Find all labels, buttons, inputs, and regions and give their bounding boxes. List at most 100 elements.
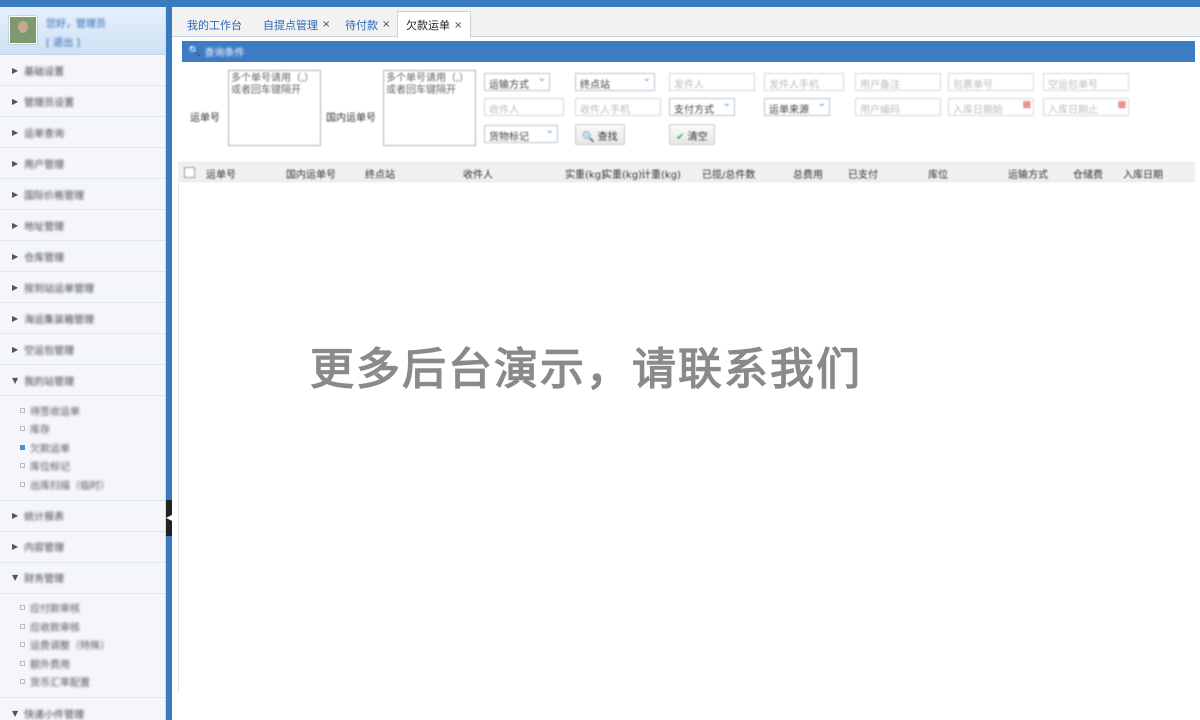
sidebar-group[interactable]: ▶ 用户管理 bbox=[0, 148, 165, 179]
col-pieces[interactable]: 已揽/总件数 bbox=[702, 166, 755, 181]
start-date-input[interactable]: 入库日期始 ▦ bbox=[948, 98, 1034, 116]
user-code-input[interactable]: 用户编码 bbox=[855, 98, 941, 116]
close-icon[interactable]: × bbox=[382, 19, 390, 30]
close-icon[interactable]: × bbox=[322, 19, 330, 30]
watermark-text: 更多后台演示，请联系我们 bbox=[310, 344, 862, 395]
caret-right-icon: ▶ bbox=[12, 96, 19, 106]
sidebar-group[interactable]: ▶ 地址管理 bbox=[0, 210, 165, 241]
sidebar-group[interactable]: ▶ 空运包管理 bbox=[0, 334, 165, 365]
col-paid[interactable]: 已支付 bbox=[848, 166, 878, 181]
sidebar-subitem[interactable]: 库位标记 bbox=[20, 457, 165, 476]
col-charge-weight[interactable]: 计重(kg) bbox=[641, 166, 681, 181]
clear-button[interactable]: ✔ 清空 bbox=[669, 124, 715, 145]
sidebar-subitem[interactable]: 欠款运单 bbox=[20, 438, 165, 457]
search-icon: 🔍 bbox=[582, 132, 595, 143]
sidebar-group[interactable]: ▶ 运单查询 bbox=[0, 117, 165, 148]
sidebar-group[interactable]: ▼ 我的站管理 bbox=[0, 365, 165, 396]
caret-right-icon: ▶ bbox=[12, 189, 19, 199]
sidebar-group[interactable]: ▶ 内容管理 bbox=[0, 532, 165, 563]
air-package-no-input[interactable]: 空运包单号 bbox=[1043, 73, 1129, 91]
bullet-icon bbox=[20, 660, 25, 666]
bullet-icon bbox=[20, 463, 25, 469]
bullet-icon bbox=[20, 426, 25, 432]
col-tracking[interactable]: 运单号 bbox=[206, 166, 236, 181]
station-select[interactable]: 终点站 bbox=[575, 73, 655, 91]
bullet-icon bbox=[20, 481, 25, 487]
sidebar-group[interactable]: ▶ 仓库管理 bbox=[0, 241, 165, 272]
col-actual-weight[interactable]: 实重(kg) bbox=[565, 166, 605, 181]
select-all-checkbox[interactable] bbox=[184, 167, 195, 178]
col-receiver[interactable]: 收件人 bbox=[463, 166, 493, 181]
sidebar-group[interactable]: ▶ 管理员设置 bbox=[0, 86, 165, 117]
sidebar-subitem-label: 待签收运单 bbox=[30, 406, 80, 418]
sidebar-group-label: 统计报表 bbox=[24, 512, 65, 523]
sidebar-subitem[interactable]: 应付款审核 bbox=[20, 599, 165, 618]
sidebar-subitem[interactable]: 应收款审核 bbox=[20, 617, 165, 636]
search-button[interactable]: 🔍 查找 bbox=[575, 124, 625, 145]
sidebar-subitem-label: 欠款运单 bbox=[30, 443, 70, 455]
caret-right-icon: ▶ bbox=[12, 220, 19, 230]
sidebar-subitem[interactable]: 待签收运单 bbox=[20, 401, 165, 420]
source-select[interactable]: 运单来源 bbox=[764, 98, 830, 116]
col-storage-fee[interactable]: 仓储费 bbox=[1073, 166, 1103, 181]
grid-body bbox=[178, 183, 1195, 693]
goods-mark-select[interactable]: 货物标记 bbox=[484, 125, 558, 143]
end-date-input[interactable]: 入库日期止 ▦ bbox=[1043, 98, 1129, 116]
bullet-icon bbox=[20, 407, 25, 413]
sidebar-subitem[interactable]: 额外费用 bbox=[20, 654, 165, 673]
end-date-text: 入库日期止 bbox=[1048, 105, 1098, 116]
sidebar-group[interactable]: ▼ 快递小件管理 bbox=[0, 698, 165, 720]
sidebar-group[interactable]: ▶ 统计报表 bbox=[0, 501, 165, 532]
domestic-number-textarea[interactable]: 多个单号请用（,）或者回车键隔开 bbox=[383, 70, 476, 146]
tab-pending-payment[interactable]: 待付款 × bbox=[336, 11, 399, 37]
transport-select[interactable]: 运输方式 bbox=[484, 73, 550, 91]
sidebar-subitem[interactable]: 库存 bbox=[20, 420, 165, 439]
sender-input[interactable]: 发件人 bbox=[669, 73, 755, 91]
caret-right-icon: ▶ bbox=[12, 65, 19, 75]
tab-label: 自提点管理 bbox=[263, 18, 318, 32]
col-location[interactable]: 库位 bbox=[928, 166, 948, 181]
sidebar-subitem-label: 应付款审核 bbox=[30, 604, 80, 616]
calendar-icon[interactable]: ▦ bbox=[1022, 100, 1031, 110]
sender-phone-input[interactable]: 发件人手机 bbox=[764, 73, 844, 91]
sidebar-group[interactable]: ▶ 基础设置 bbox=[0, 55, 165, 86]
col-station[interactable]: 终点站 bbox=[365, 166, 395, 181]
receiver-phone-input[interactable]: 收件人手机 bbox=[575, 98, 661, 116]
sidebar-subitems: 待签收运单库存欠款运单库位标记 出库扫描（临时） bbox=[0, 396, 165, 501]
col-actual-weight-2[interactable]: 实重(kg) bbox=[602, 166, 642, 181]
col-total-fee[interactable]: 总费用 bbox=[793, 166, 823, 181]
tracking-label: 运单号 bbox=[190, 113, 220, 124]
calendar-icon[interactable]: ▦ bbox=[1117, 100, 1126, 110]
payment-select[interactable]: 支付方式 bbox=[669, 98, 735, 116]
sidebar-group[interactable]: ▶ 国际价格管理 bbox=[0, 179, 165, 210]
caret-right-icon: ▶ bbox=[12, 542, 19, 551]
sidebar-group[interactable]: ▼ 财务管理 bbox=[0, 563, 165, 594]
tab-arrears-waybills[interactable]: 欠款运单 × bbox=[397, 11, 472, 38]
tab-bar: 我的工作台 自提点管理 × 待付款 × 欠款运单 × bbox=[172, 7, 1200, 38]
sidebar-group-label: 我的站管理 bbox=[24, 376, 75, 388]
sidebar-group-label: 用户管理 bbox=[24, 159, 65, 171]
user-note-input[interactable]: 用户备注 bbox=[855, 73, 941, 91]
col-transport[interactable]: 运输方式 bbox=[1008, 166, 1048, 181]
bullet-icon bbox=[20, 679, 25, 685]
sidebar-subitem[interactable]: 货币汇率配置 bbox=[20, 673, 165, 692]
sidebar-subitem[interactable]: 运费调整（特殊） bbox=[20, 636, 165, 655]
sidebar-subitem[interactable]: 出库扫描（临时） bbox=[20, 475, 165, 494]
bullet-icon bbox=[20, 623, 25, 629]
caret-right-icon: ▶ bbox=[12, 251, 19, 261]
tab-workbench[interactable]: 我的工作台 bbox=[178, 11, 251, 37]
receiver-input[interactable]: 收件人 bbox=[484, 98, 564, 116]
close-icon[interactable]: × bbox=[454, 20, 462, 31]
bullet-icon bbox=[20, 444, 25, 450]
search-button-label: 查找 bbox=[597, 132, 618, 143]
tracking-number-textarea[interactable]: 多个单号请用（,）或者回车键隔开 bbox=[228, 70, 321, 146]
sidebar-subitem-label: 货币汇率配置 bbox=[30, 678, 90, 690]
sidebar-group[interactable]: ▶ 海运集装箱管理 bbox=[0, 303, 165, 334]
sidebar-group-label: 海运集装箱管理 bbox=[24, 314, 95, 326]
tab-pickup-points[interactable]: 自提点管理 × bbox=[254, 11, 339, 37]
logout-link[interactable]: [ 退出 ] bbox=[46, 34, 80, 49]
package-no-input[interactable]: 包裹单号 bbox=[948, 73, 1034, 91]
col-domestic[interactable]: 国内运单号 bbox=[286, 166, 336, 181]
col-inbound-date[interactable]: 入库日期 bbox=[1123, 166, 1163, 181]
sidebar-group[interactable]: ▶ 按到站运单管理 bbox=[0, 272, 165, 303]
